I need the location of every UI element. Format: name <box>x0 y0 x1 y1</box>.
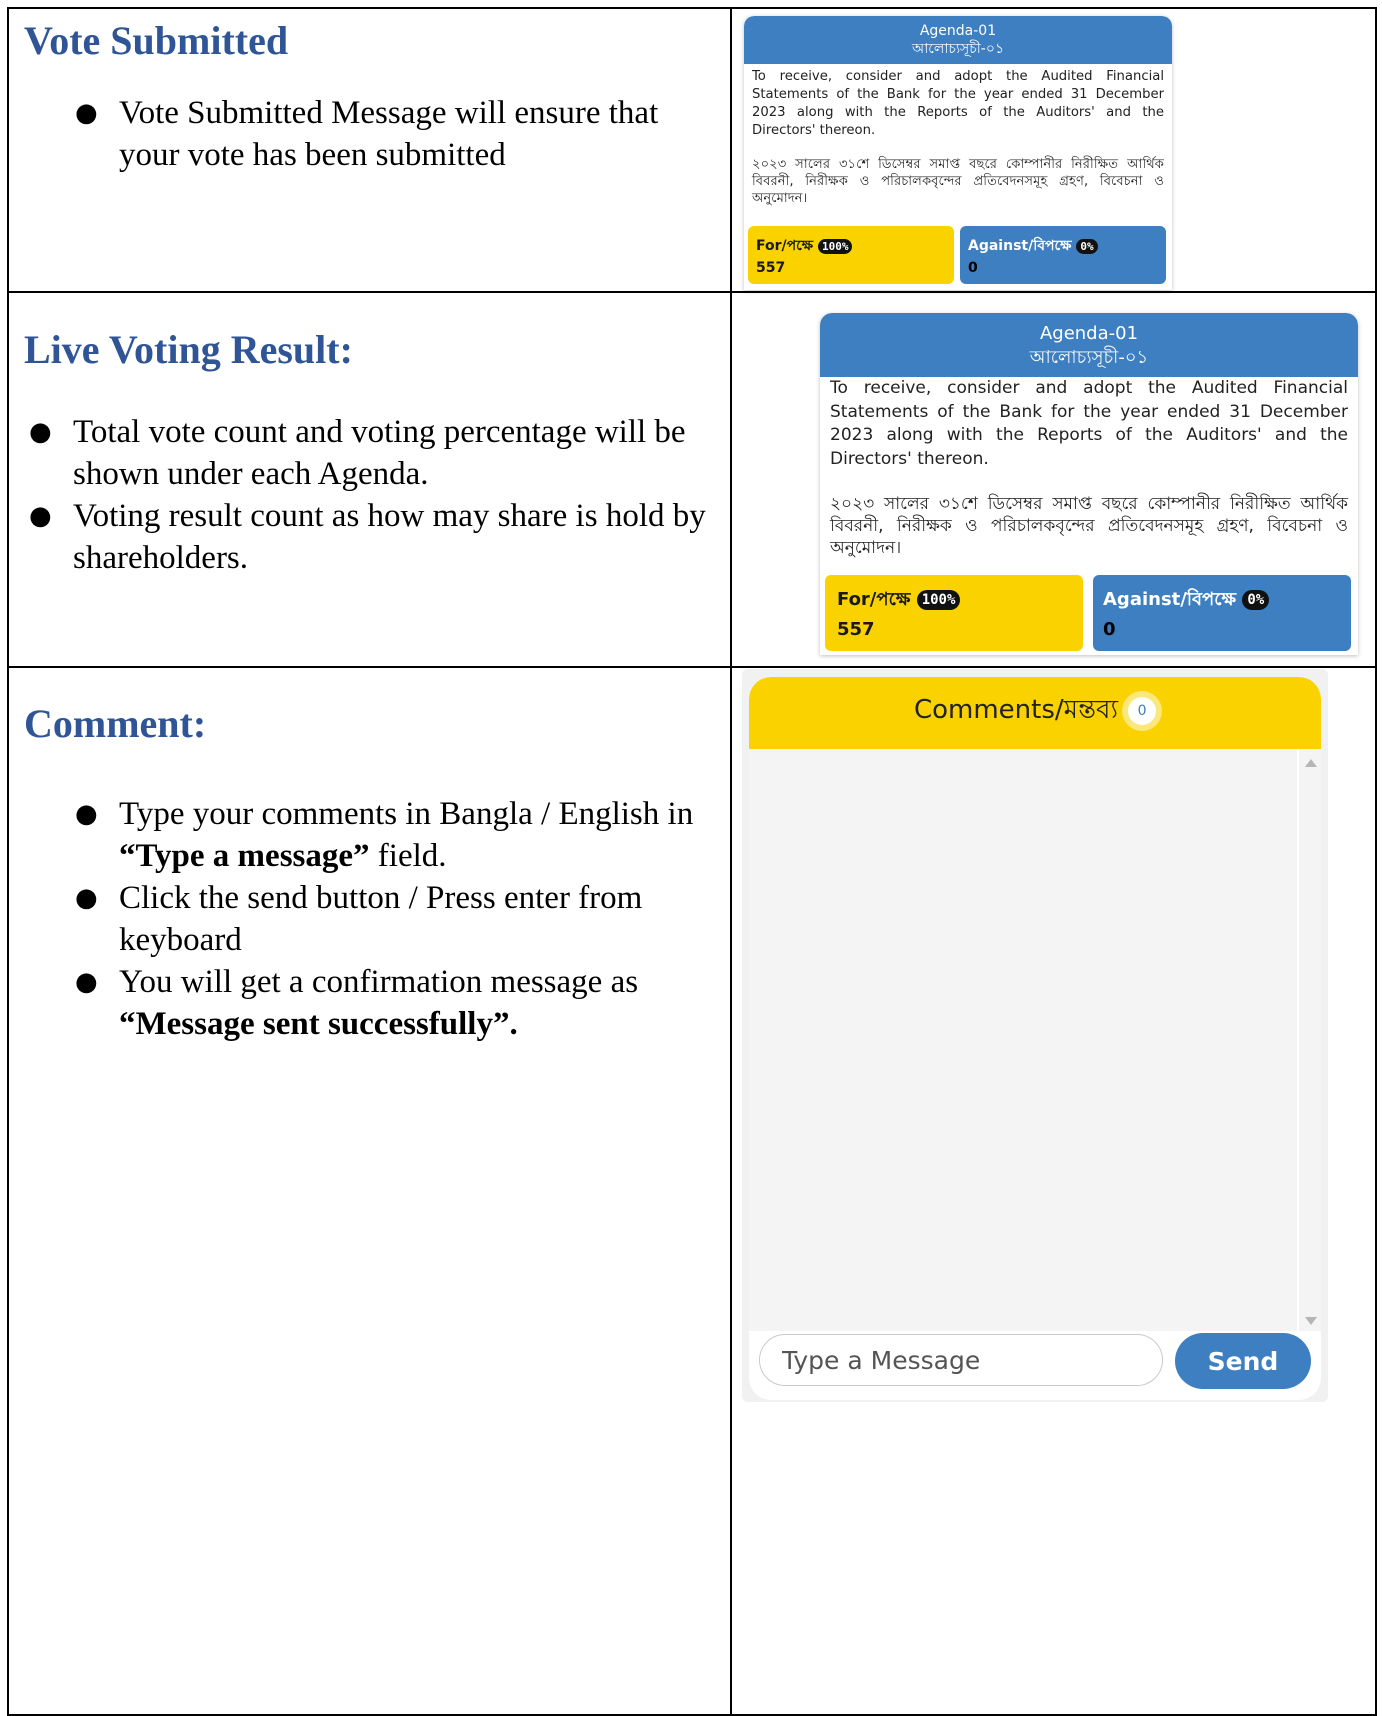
against-count: 0 <box>1103 619 1116 640</box>
comments-title: Comments/মন্তব্য <box>913 695 1119 725</box>
against-percent-badge: 0% <box>1242 590 1270 610</box>
agenda-card-small: Agenda-01 আলোচ্যসূচী-০১ To receive, cons… <box>744 16 1172 290</box>
for-box: For/পক্ষে 100% 557 <box>825 575 1083 651</box>
agenda-title-bn: আলোচ্যসূচী-০১ <box>1029 347 1149 368</box>
agenda-text-en: To receive, consider and adopt the Audit… <box>830 378 1348 469</box>
list-item: ● You will get a confirmation message as … <box>75 964 639 1042</box>
for-count: 557 <box>837 619 875 640</box>
live-voting-cell: Live Voting Result: ● Total vote count an… <box>7 291 732 668</box>
message-scrollbar[interactable] <box>1299 749 1321 1331</box>
vote-submitted-cell: Vote Submitted ● Vote Submitted Message w… <box>7 7 732 293</box>
against-label: Against/বিপক্ষে <box>1103 589 1237 610</box>
agenda-header: Agenda-01 আলোচ্যসূচী-০১ <box>744 16 1172 64</box>
for-box: For/পক্ষে 100% 557 <box>748 226 954 284</box>
send-button[interactable]: Send <box>1175 1333 1311 1389</box>
against-label: Against/বিপক্ষে <box>968 238 1072 254</box>
live-voting-list: ● Total vote count and voting percentage … <box>9 411 730 579</box>
for-label: For/পক্ষে <box>837 589 911 610</box>
agenda-text-bn: ২০২৩ সালের ৩১শে ডিসেম্বর সমাপ্ত বছরে কোম… <box>830 494 1348 558</box>
vote-row: For/পক্ষে 100% 557 Against/বিপক্ষে 0% 0 <box>744 226 1172 288</box>
vote-submitted-list: ● Vote Submitted Message will ensure that… <box>9 92 730 176</box>
section-title-vote-submitted: Vote Submitted <box>24 18 289 63</box>
list-item: ● Voting result count as how may share is… <box>29 498 706 576</box>
against-box: Against/বিপক্ষে 0% 0 <box>960 226 1166 284</box>
comments-count-badge: 0 <box>1128 696 1157 725</box>
agenda-title-en: Agenda-01 <box>919 23 997 39</box>
comments-box: Comments/মন্তব্য 0 Send <box>749 677 1321 1400</box>
scroll-up-arrow-icon[interactable] <box>1305 759 1317 767</box>
agenda-title-en: Agenda-01 <box>1039 323 1139 344</box>
message-list[interactable] <box>749 749 1297 1331</box>
vote-row: For/পক্ষে 100% 557 Against/বিপক্ষে 0% 0 <box>820 575 1358 655</box>
list-item: ● Total vote count and voting percentage … <box>29 414 686 492</box>
comment-cell: Comment: ● Type your comments in Bangla /… <box>7 666 732 1716</box>
against-box: Against/বিপক্ষে 0% 0 <box>1093 575 1351 651</box>
agenda-text-en: To receive, consider and adopt the Audit… <box>752 69 1164 138</box>
section-title-live-voting: Live Voting Result: <box>24 327 353 372</box>
for-count: 557 <box>756 260 786 276</box>
against-count: 0 <box>968 260 978 276</box>
comments-panel: Comments/মন্তব্য 0 Send <box>742 669 1328 1402</box>
agenda-header: Agenda-01 আলোচ্যসূচী-০১ <box>820 313 1358 377</box>
agenda-body: To receive, consider and adopt the Audit… <box>820 377 1358 559</box>
for-percent-badge: 100% <box>817 238 853 254</box>
scroll-down-arrow-icon[interactable] <box>1305 1317 1317 1325</box>
agenda-text-bn: ২০২৩ সালের ৩১শে ডিসেম্বর সমাপ্ত বছরে কোম… <box>752 157 1164 206</box>
agenda-card-large: Agenda-01 আলোচ্যসূচী-০১ To receive, cons… <box>820 313 1358 655</box>
list-item: ● Click the send button / Press enter fro… <box>75 880 643 958</box>
agenda-body: To receive, consider and adopt the Audit… <box>744 64 1172 207</box>
comments-header: Comments/মন্তব্য 0 <box>749 677 1321 749</box>
message-input[interactable] <box>759 1334 1163 1386</box>
for-label: For/পক্ষে <box>756 238 814 254</box>
for-percent-badge: 100% <box>916 590 961 610</box>
agenda-title-bn: আলোচ্যসূচী-০১ <box>911 41 1005 57</box>
section-title-comment: Comment: <box>24 701 207 746</box>
comment-list: ● Type your comments in Bangla / English … <box>9 793 730 1045</box>
list-item: ● Vote Submitted Message will ensure that… <box>75 95 659 173</box>
against-percent-badge: 0% <box>1076 238 1098 254</box>
list-item: ● Type your comments in Bangla / English … <box>75 796 694 874</box>
